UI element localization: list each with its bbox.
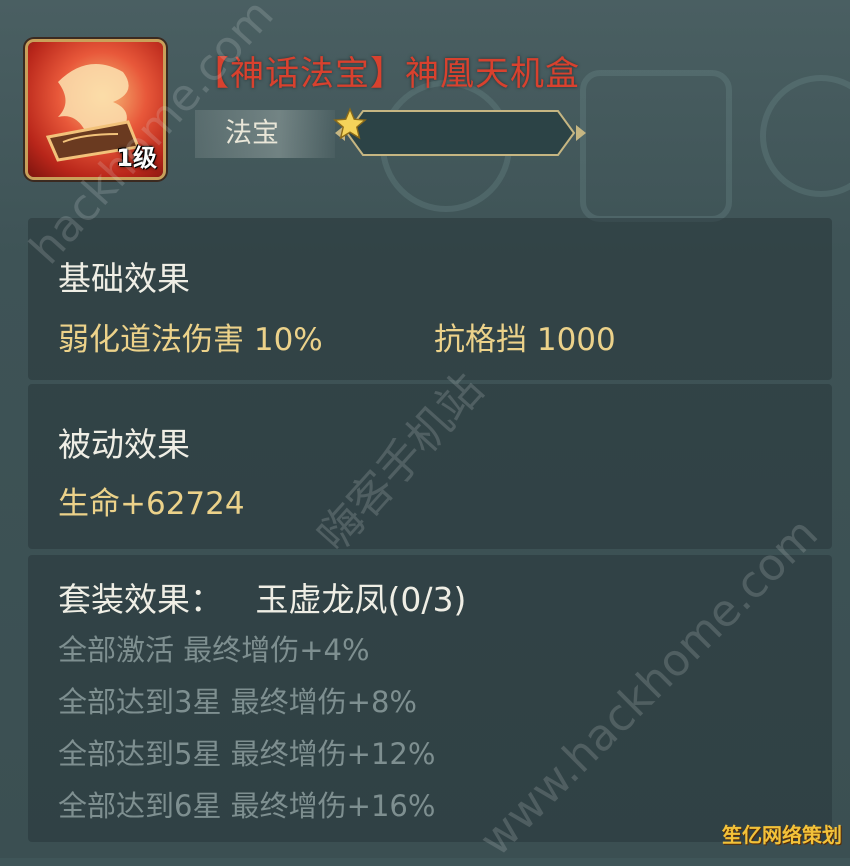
item-tooltip-panel: 1级 【神话法宝】神凰天机盒 法宝 基础效果 弱化道法伤害 10% 抗格挡 10…	[0, 0, 850, 866]
set-bonus-line: 全部达到5星 最终增伤+12%	[58, 737, 436, 771]
corner-badge: 笙亿网络策划	[722, 823, 842, 847]
background-ornament	[760, 75, 850, 197]
basic-stat: 抗格挡 1000	[434, 322, 616, 358]
background-ornament	[580, 70, 732, 222]
passive-effects-title: 被动效果	[58, 425, 190, 464]
set-name: 玉虚龙凤(0/3)	[255, 580, 467, 619]
set-bonus-line: 全部激活 最终增伤+4%	[58, 633, 370, 667]
star-icon	[333, 107, 367, 140]
item-title: 【神话法宝】神凰天机盒	[195, 54, 580, 94]
level-badge: 1级	[116, 144, 157, 172]
star-rating-bar	[333, 107, 588, 159]
set-effects-label: 套装效果：	[58, 580, 223, 619]
passive-stat: 生命+62724	[58, 486, 245, 522]
basic-effects-title: 基础效果	[58, 259, 190, 298]
set-effects-title: 套装效果： 玉虚龙凤(0/3)	[58, 573, 466, 621]
passive-effects-section: 被动效果 生命+62724	[28, 384, 832, 549]
set-effects-section: 套装效果： 玉虚龙凤(0/3) 全部激活 最终增伤+4% 全部达到3星 最终增伤…	[28, 555, 832, 842]
basic-effects-section: 基础效果 弱化道法伤害 10% 抗格挡 1000	[28, 218, 832, 380]
set-bonus-line: 全部达到3星 最终增伤+8%	[58, 685, 417, 719]
set-bonus-line: 全部达到6星 最终增伤+16%	[58, 789, 436, 823]
phoenix-box-icon: 1级	[28, 42, 163, 177]
basic-stat: 弱化道法伤害 10%	[58, 322, 323, 358]
item-type-tag: 法宝	[195, 110, 335, 158]
